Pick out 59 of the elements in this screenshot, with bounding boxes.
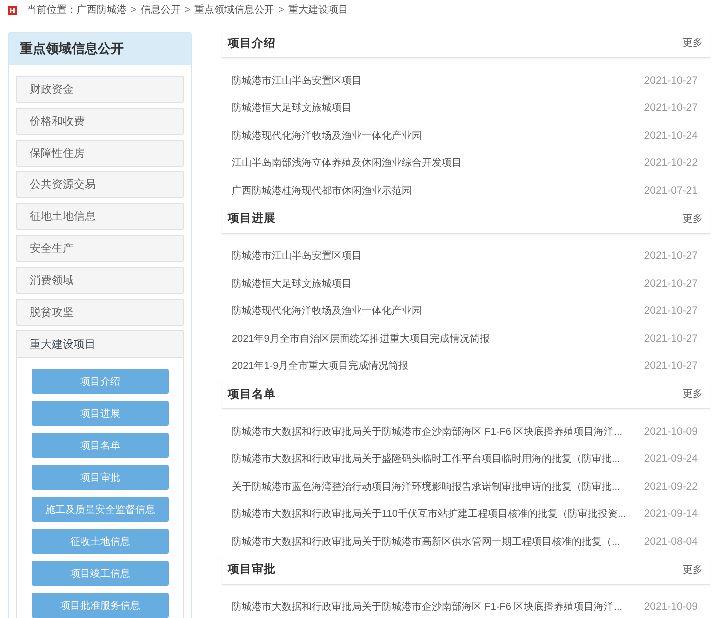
sidebar-item[interactable]: 公共资源交易 <box>16 171 184 198</box>
sidebar-item[interactable]: 脱贫攻坚 <box>16 298 184 326</box>
article-link[interactable]: 防城港恒大足球文旅城项目 <box>232 101 352 116</box>
article-link[interactable]: 防城港市大数据和行政审批局关于防城港市高新区供水管网一期工程项目核准的批复（... <box>232 534 620 549</box>
sidebar-title: 重点领域信息公开 <box>9 33 191 65</box>
article-link[interactable]: 防城港现代化海洋牧场及渔业一体化产业园 <box>232 304 422 318</box>
article-date: 2021-10-27 <box>644 74 698 87</box>
sidebar-item[interactable]: 财政资金 <box>16 76 184 103</box>
article-date: 2021-09-24 <box>644 453 698 466</box>
article-date: 2021-08-04 <box>644 536 698 548</box>
breadcrumb-link[interactable]: 重大建设项目 <box>288 3 349 17</box>
article-link[interactable]: 广西防城港桂海现代都市休闲渔业示范园 <box>232 184 412 198</box>
section-title: 项目审批 <box>228 562 276 577</box>
sidebar-item[interactable]: 征地土地信息 <box>16 203 184 230</box>
breadcrumb-label: 当前位置： <box>27 4 77 17</box>
article-date: 2021-10-27 <box>644 102 698 114</box>
article-date: 2021-10-27 <box>644 278 698 290</box>
square-logo-icon <box>8 6 17 14</box>
article-date: 2021-10-09 <box>644 601 698 614</box>
more-link[interactable]: 更多 <box>683 562 703 576</box>
article-link[interactable]: 2021年9月全市自治区层面统筹推进重大项目完成情况简报 <box>232 332 490 346</box>
article-date: 2021-10-24 <box>644 130 698 142</box>
breadcrumb-separator: > <box>278 4 285 16</box>
section-title: 项目介绍 <box>228 36 276 50</box>
article-date: 2021-10-27 <box>644 250 698 262</box>
breadcrumb-separator: > <box>131 4 137 16</box>
article-date: 2021-10-27 <box>644 332 698 345</box>
section-title: 项目进展 <box>228 211 276 226</box>
article-link[interactable]: 防城港市大数据和行政审批局关于防城港市企沙南部海区 F1-F6 区块底播养殖项目海洋... <box>232 424 623 439</box>
article-date: 2021-10-27 <box>644 360 698 372</box>
sidebar-item[interactable]: 价格和收费 <box>16 108 184 135</box>
article-date: 2021-10-09 <box>644 426 698 438</box>
breadcrumb-link[interactable]: 信息公开 <box>140 3 181 17</box>
article-date: 2021-10-27 <box>644 305 698 318</box>
breadcrumb-link[interactable]: 重点领域信息公开 <box>194 3 275 17</box>
article-link[interactable]: 防城港市大数据和行政审批局关于防城港市企沙南部海区 F1-F6 区块底播养殖项目海洋... <box>232 600 623 614</box>
sidebar-item[interactable]: 消费领域 <box>16 266 184 294</box>
article-link[interactable]: 防城港现代化海洋牧场及渔业一体化产业园 <box>232 128 422 143</box>
more-link[interactable]: 更多 <box>683 212 703 226</box>
article-link[interactable]: 防城港市大数据和行政审批局关于盛隆码头临时工作平台项目临时用海的批复（防审批... <box>232 452 620 466</box>
breadcrumb-separator: > <box>184 4 191 16</box>
article-link[interactable]: 防城港市大数据和行政审批局关于110千伏互市站扩建工程项目核准的批复（防审批投资... <box>232 507 626 522</box>
more-link[interactable]: 更多 <box>683 36 703 50</box>
article-link[interactable]: 防城港恒大足球文旅城项目 <box>232 276 352 291</box>
article-date: 2021-07-21 <box>644 184 698 197</box>
breadcrumb-link[interactable]: 广西防城港 <box>77 3 127 17</box>
article-link[interactable]: 2021年1-9月全市重大项目完成情况简报 <box>232 359 409 374</box>
article-link[interactable]: 防城港市江山半岛安置区项目 <box>232 74 362 88</box>
article-link[interactable]: 江山半岛南部浅海立体养殖及休闲渔业综合开发项目 <box>232 156 462 170</box>
article-date: 2021-09-14 <box>644 508 698 520</box>
sidebar-item[interactable]: 保障性住房 <box>16 140 184 167</box>
article-link[interactable]: 防城港市江山半岛安置区项目 <box>232 249 362 264</box>
article-date: 2021-09-22 <box>644 480 698 493</box>
sidebar-item[interactable]: 重大建设项目 <box>16 330 184 358</box>
sidebar-item[interactable]: 安全生产 <box>16 234 184 262</box>
section-title: 项目名单 <box>228 387 276 402</box>
article-date: 2021-10-22 <box>644 157 698 170</box>
article-link[interactable]: 关于防城港市蓝色海湾整治行动项目海洋环境影响报告承诺制审批申请的批复（防审批... <box>232 480 620 494</box>
more-link[interactable]: 更多 <box>683 387 703 401</box>
